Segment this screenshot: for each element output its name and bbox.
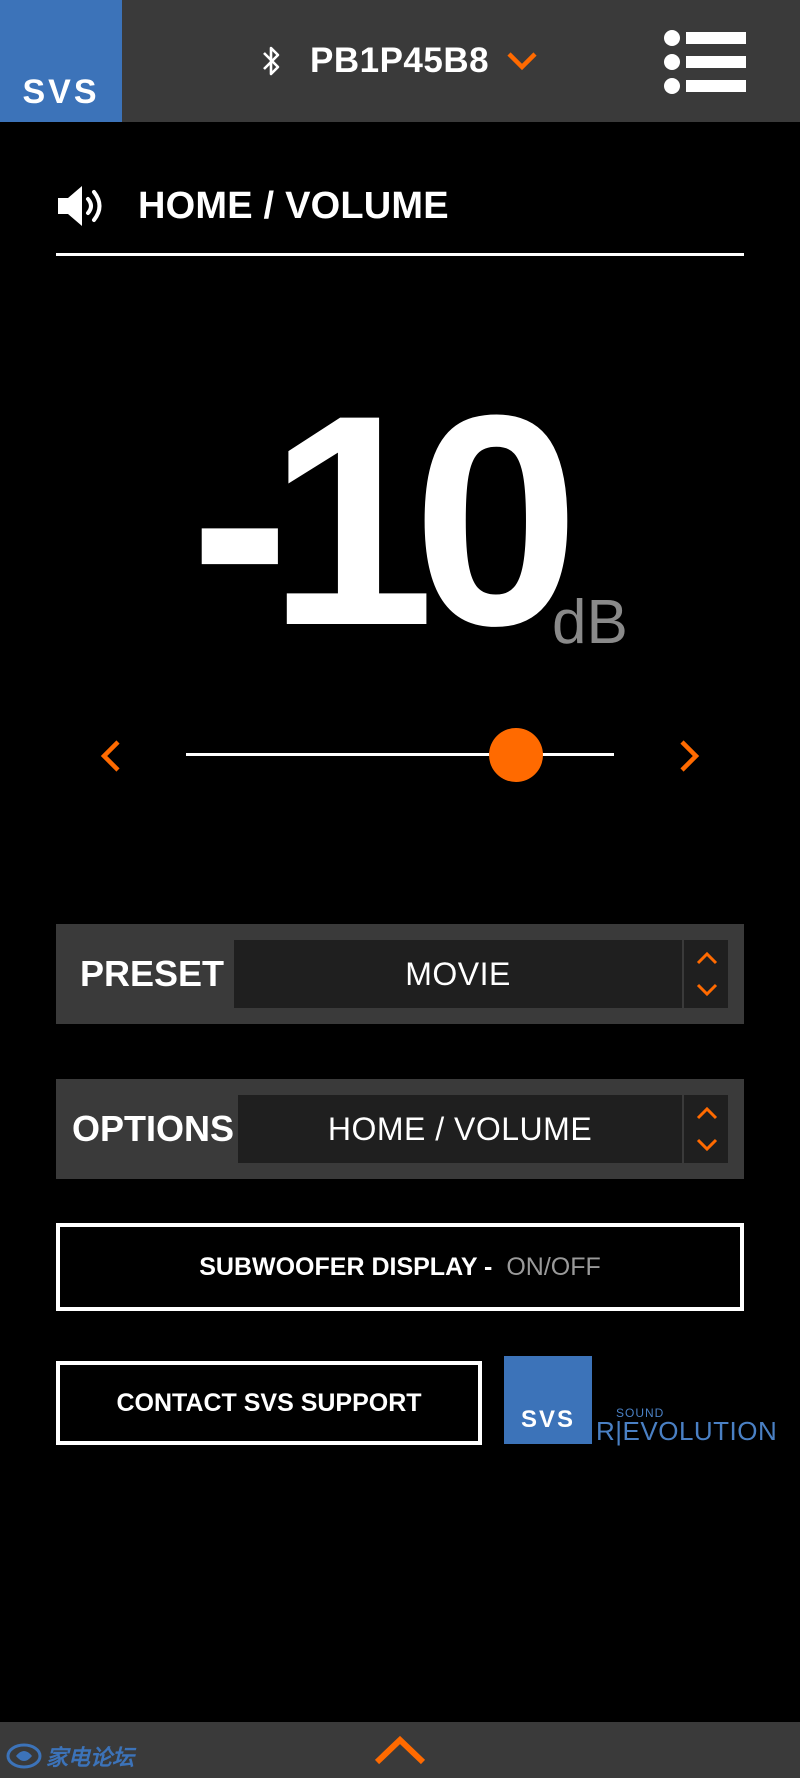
preset-selector: PRESET MOVIE bbox=[56, 924, 744, 1024]
section-divider bbox=[56, 253, 744, 256]
options-selector: OPTIONS HOME / VOLUME bbox=[56, 1079, 744, 1179]
subwoofer-display-label: SUBWOOFER DISPLAY - bbox=[199, 1252, 493, 1281]
options-value-box[interactable]: HOME / VOLUME bbox=[238, 1095, 682, 1163]
contact-support-button[interactable]: CONTACT SVS SUPPORT bbox=[56, 1361, 482, 1445]
chevron-down-icon[interactable] bbox=[695, 1137, 719, 1153]
watermark: 家电论坛 bbox=[6, 1740, 134, 1772]
preset-value: MOVIE bbox=[405, 956, 511, 992]
volume-slider-track[interactable] bbox=[186, 753, 614, 756]
volume-value: -10 bbox=[190, 352, 580, 688]
chevron-down-icon[interactable] bbox=[505, 49, 539, 73]
volume-increase-icon[interactable] bbox=[674, 736, 704, 776]
top-bar: SVS PB1P45B8 bbox=[0, 0, 800, 122]
device-name: PB1P45B8 bbox=[310, 41, 490, 80]
volume-slider-thumb[interactable] bbox=[488, 728, 543, 782]
options-value: HOME / VOLUME bbox=[327, 1111, 593, 1147]
chevron-up-icon[interactable] bbox=[695, 950, 719, 966]
chevron-down-icon[interactable] bbox=[695, 982, 719, 998]
options-label: OPTIONS bbox=[72, 1108, 235, 1149]
watermark-logo-icon bbox=[6, 1743, 42, 1769]
svs-logo: SVS bbox=[0, 0, 122, 122]
svs-logo-text: SVS bbox=[22, 73, 100, 111]
subwoofer-display-state: ON/OFF bbox=[506, 1252, 601, 1281]
section-title: HOME / VOLUME bbox=[56, 180, 449, 232]
menu-list-icon[interactable] bbox=[664, 30, 746, 94]
preset-value-box[interactable]: MOVIE bbox=[234, 940, 682, 1008]
preset-label: PRESET bbox=[80, 953, 225, 994]
speaker-volume-icon bbox=[58, 186, 102, 226]
svs-brand-square: SVS bbox=[504, 1356, 592, 1444]
options-stepper[interactable] bbox=[682, 1095, 728, 1163]
chevron-up-icon[interactable] bbox=[373, 1734, 427, 1766]
svs-brand-text: SVS bbox=[520, 1406, 576, 1433]
preset-stepper[interactable] bbox=[682, 940, 728, 1008]
brand-revolution-text: R|EVOLUTION bbox=[596, 1416, 778, 1446]
volume-unit: dB bbox=[552, 588, 628, 657]
watermark-text: 家电论坛 bbox=[46, 1745, 135, 1770]
section-title-text: HOME / VOLUME bbox=[138, 184, 449, 227]
chevron-up-icon[interactable] bbox=[695, 1105, 719, 1121]
bluetooth-icon bbox=[263, 46, 280, 76]
volume-decrease-icon[interactable] bbox=[96, 736, 126, 776]
contact-support-label: CONTACT SVS SUPPORT bbox=[116, 1388, 422, 1417]
sound-revolution-logo: SVS SOUND R|EVOLUTION bbox=[504, 1356, 777, 1446]
subwoofer-display-button[interactable]: SUBWOOFER DISPLAY - ON/OFF bbox=[56, 1223, 744, 1311]
device-selector[interactable]: PB1P45B8 bbox=[260, 35, 539, 87]
